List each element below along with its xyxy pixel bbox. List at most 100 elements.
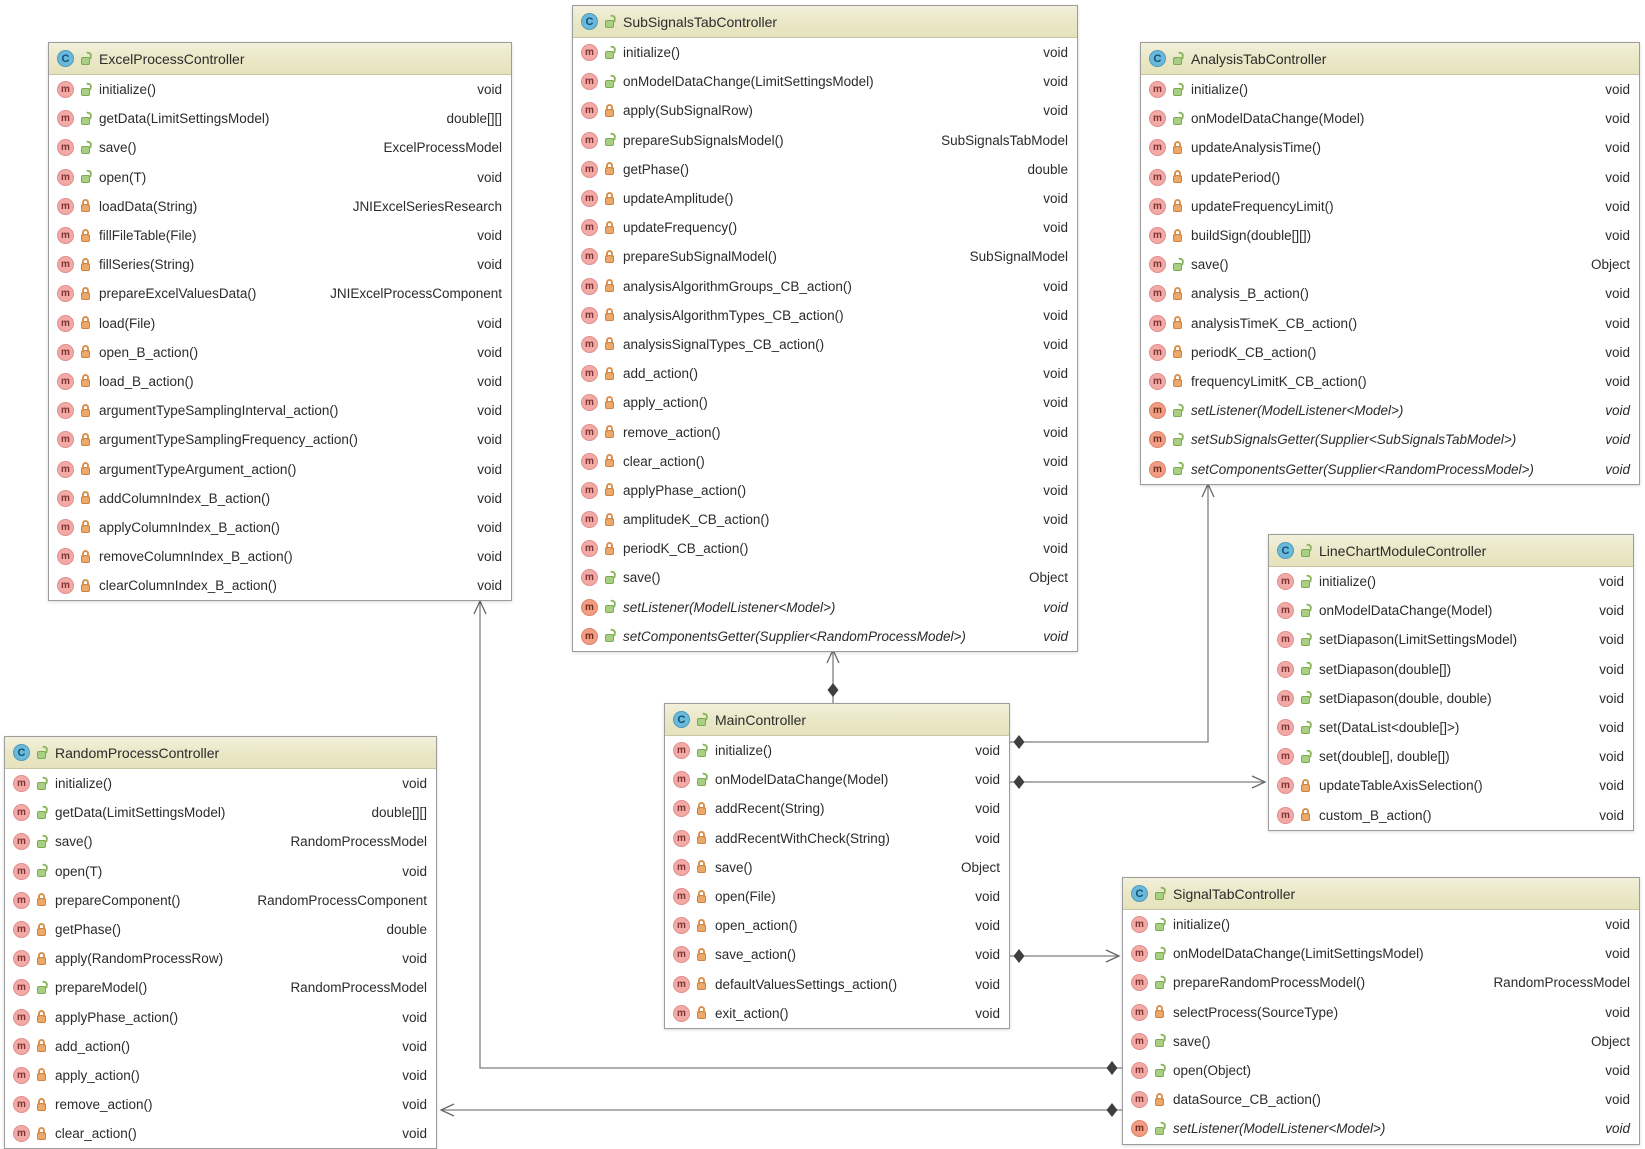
method-row[interactable]: minitialize()void [665,736,1009,765]
method-row[interactable]: mopen(T)void [49,163,511,192]
method-row[interactable]: mremove_action()void [5,1090,436,1119]
method-row[interactable]: margumentTypeArgument_action()void [49,454,511,483]
method-row[interactable]: mcustom_B_action()void [1269,801,1633,830]
method-row[interactable]: msetListener(ModelListener<Model>)void [1123,1114,1639,1143]
method-row[interactable]: maddColumnIndex_B_action()void [49,484,511,513]
method-row[interactable]: monModelDataChange(LimitSettingsModel)vo… [573,67,1077,96]
method-row[interactable]: mapply_action()void [5,1061,436,1090]
method-row[interactable]: msetDiapason(double[])void [1269,655,1633,684]
method-row[interactable]: msave()Object [665,853,1009,882]
method-row[interactable]: msave_action()void [665,940,1009,969]
method-row[interactable]: manalysisSignalTypes_CB_action()void [573,330,1077,359]
method-row[interactable]: mupdateFrequencyLimit()void [1141,192,1639,221]
method-row[interactable]: mload(File)void [49,309,511,338]
method-row[interactable]: mprepareModel()RandomProcessModel [5,973,436,1002]
class-box-randomprocesscontroller[interactable]: C RandomProcessController minitialize()v… [4,736,437,1149]
method-row[interactable]: msetListener(ModelListener<Model>)void [573,593,1077,622]
method-row[interactable]: mapply(RandomProcessRow)void [5,944,436,973]
method-row[interactable]: mdataSource_CB_action()void [1123,1085,1639,1114]
class-box-maincontroller[interactable]: C MainController minitialize()voidmonMod… [664,703,1010,1029]
class-box-subsignalstabcontroller[interactable]: C SubSignalsTabController minitialize()v… [572,5,1078,652]
class-box-linechartmodulecontroller[interactable]: C LineChartModuleController minitialize(… [1268,534,1634,831]
method-row[interactable]: msave()Object [1141,250,1639,279]
method-row[interactable]: msetDiapason(double, double)void [1269,684,1633,713]
method-row[interactable]: mapply(SubSignalRow)void [573,96,1077,125]
class-header[interactable]: C AnalysisTabController [1141,43,1639,75]
method-row[interactable]: minitialize()void [1141,75,1639,104]
class-header[interactable]: C RandomProcessController [5,737,436,769]
method-row[interactable]: mclear_action()void [5,1119,436,1148]
method-row[interactable]: manalysis_B_action()void [1141,279,1639,308]
method-row[interactable]: msave()Object [573,563,1077,592]
method-row[interactable]: mdefaultValuesSettings_action()void [665,970,1009,999]
method-row[interactable]: mopen(T)void [5,857,436,886]
method-row[interactable]: mopen_B_action()void [49,338,511,367]
method-row[interactable]: msave()RandomProcessModel [5,827,436,856]
method-row[interactable]: msetComponentsGetter(Supplier<RandomProc… [1141,454,1639,483]
method-row[interactable]: mapply_action()void [573,388,1077,417]
method-row[interactable]: monModelDataChange(Model)void [1269,596,1633,625]
method-row[interactable]: monModelDataChange(LimitSettingsModel)vo… [1123,939,1639,968]
method-row[interactable]: mprepareSubSignalModel()SubSignalModel [573,242,1077,271]
method-row[interactable]: mopen(File)void [665,882,1009,911]
method-row[interactable]: mprepareSubSignalsModel()SubSignalsTabMo… [573,126,1077,155]
method-row[interactable]: mgetPhase()double [573,155,1077,184]
method-row[interactable]: msetComponentsGetter(Supplier<RandomProc… [573,622,1077,651]
method-row[interactable]: mprepareRandomProcessModel()RandomProces… [1123,968,1639,997]
class-box-analysistabcontroller[interactable]: C AnalysisTabController minitialize()voi… [1140,42,1640,485]
method-row[interactable]: mclear_action()void [573,447,1077,476]
method-row[interactable]: maddRecentWithCheck(String)void [665,824,1009,853]
method-row[interactable]: msetSubSignalsGetter(Supplier<SubSignals… [1141,425,1639,454]
connector-SignalTabController-to-RandomProcessController[interactable] [441,1103,1122,1117]
method-row[interactable]: manalysisAlgorithmTypes_CB_action()void [573,301,1077,330]
method-row[interactable]: mupdateFrequency()void [573,213,1077,242]
method-row[interactable]: minitialize()void [5,769,436,798]
method-row[interactable]: minitialize()void [1123,910,1639,939]
method-row[interactable]: msave()ExcelProcessModel [49,133,511,162]
method-row[interactable]: maddRecent(String)void [665,794,1009,823]
method-row[interactable]: mopen(Object)void [1123,1056,1639,1085]
method-row[interactable]: mset(DataList<double[]>)void [1269,713,1633,742]
class-header[interactable]: C ExcelProcessController [49,43,511,75]
method-row[interactable]: mremoveColumnIndex_B_action()void [49,542,511,571]
connector-MainController-to-SubSignalsTabController[interactable] [827,650,839,703]
connector-MainController-to-SignalTabController[interactable] [1010,949,1119,963]
method-row[interactable]: mprepareExcelValuesData()JNIExcelProcess… [49,279,511,308]
class-header[interactable]: C LineChartModuleController [1269,535,1633,567]
method-row[interactable]: mupdateTableAxisSelection()void [1269,771,1633,800]
method-row[interactable]: mupdatePeriod()void [1141,163,1639,192]
method-row[interactable]: mexit_action()void [665,999,1009,1028]
class-header[interactable]: C MainController [665,704,1009,736]
method-row[interactable]: mapplyColumnIndex_B_action()void [49,513,511,542]
method-row[interactable]: manalysisTimeK_CB_action()void [1141,309,1639,338]
method-row[interactable]: minitialize()void [49,75,511,104]
method-row[interactable]: margumentTypeSamplingFrequency_action()v… [49,425,511,454]
method-row[interactable]: mfillFileTable(File)void [49,221,511,250]
method-row[interactable]: mload_B_action()void [49,367,511,396]
method-row[interactable]: monModelDataChange(Model)void [1141,104,1639,133]
method-row[interactable]: mupdateAmplitude()void [573,184,1077,213]
method-row[interactable]: mapplyPhase_action()void [5,1003,436,1032]
method-row[interactable]: mperiodK_CB_action()void [573,534,1077,563]
method-row[interactable]: minitialize()void [1269,567,1633,596]
method-row[interactable]: mopen_action()void [665,911,1009,940]
method-row[interactable]: madd_action()void [573,359,1077,388]
method-row[interactable]: mupdateAnalysisTime()void [1141,133,1639,162]
method-row[interactable]: mbuildSign(double[][])void [1141,221,1639,250]
method-row[interactable]: mapplyPhase_action()void [573,476,1077,505]
class-header[interactable]: C SignalTabController [1123,878,1639,910]
class-header[interactable]: C SubSignalsTabController [573,6,1077,38]
method-row[interactable]: manalysisAlgorithmGroups_CB_action()void [573,272,1077,301]
method-row[interactable]: msave()Object [1123,1027,1639,1056]
method-row[interactable]: mfrequencyLimitK_CB_action()void [1141,367,1639,396]
method-row[interactable]: mremove_action()void [573,417,1077,446]
method-row[interactable]: mclearColumnIndex_B_action()void [49,571,511,600]
class-box-excelprocesscontroller[interactable]: C ExcelProcessController minitialize()vo… [48,42,512,601]
method-row[interactable]: msetListener(ModelListener<Model>)void [1141,396,1639,425]
method-row[interactable]: minitialize()void [573,38,1077,67]
class-box-signaltabcontroller[interactable]: C SignalTabController minitialize()voidm… [1122,877,1640,1145]
method-row[interactable]: monModelDataChange(Model)void [665,765,1009,794]
method-row[interactable]: mgetPhase()double [5,915,436,944]
method-row[interactable]: margumentTypeSamplingInterval_action()vo… [49,396,511,425]
method-row[interactable]: mprepareComponent()RandomProcessComponen… [5,886,436,915]
